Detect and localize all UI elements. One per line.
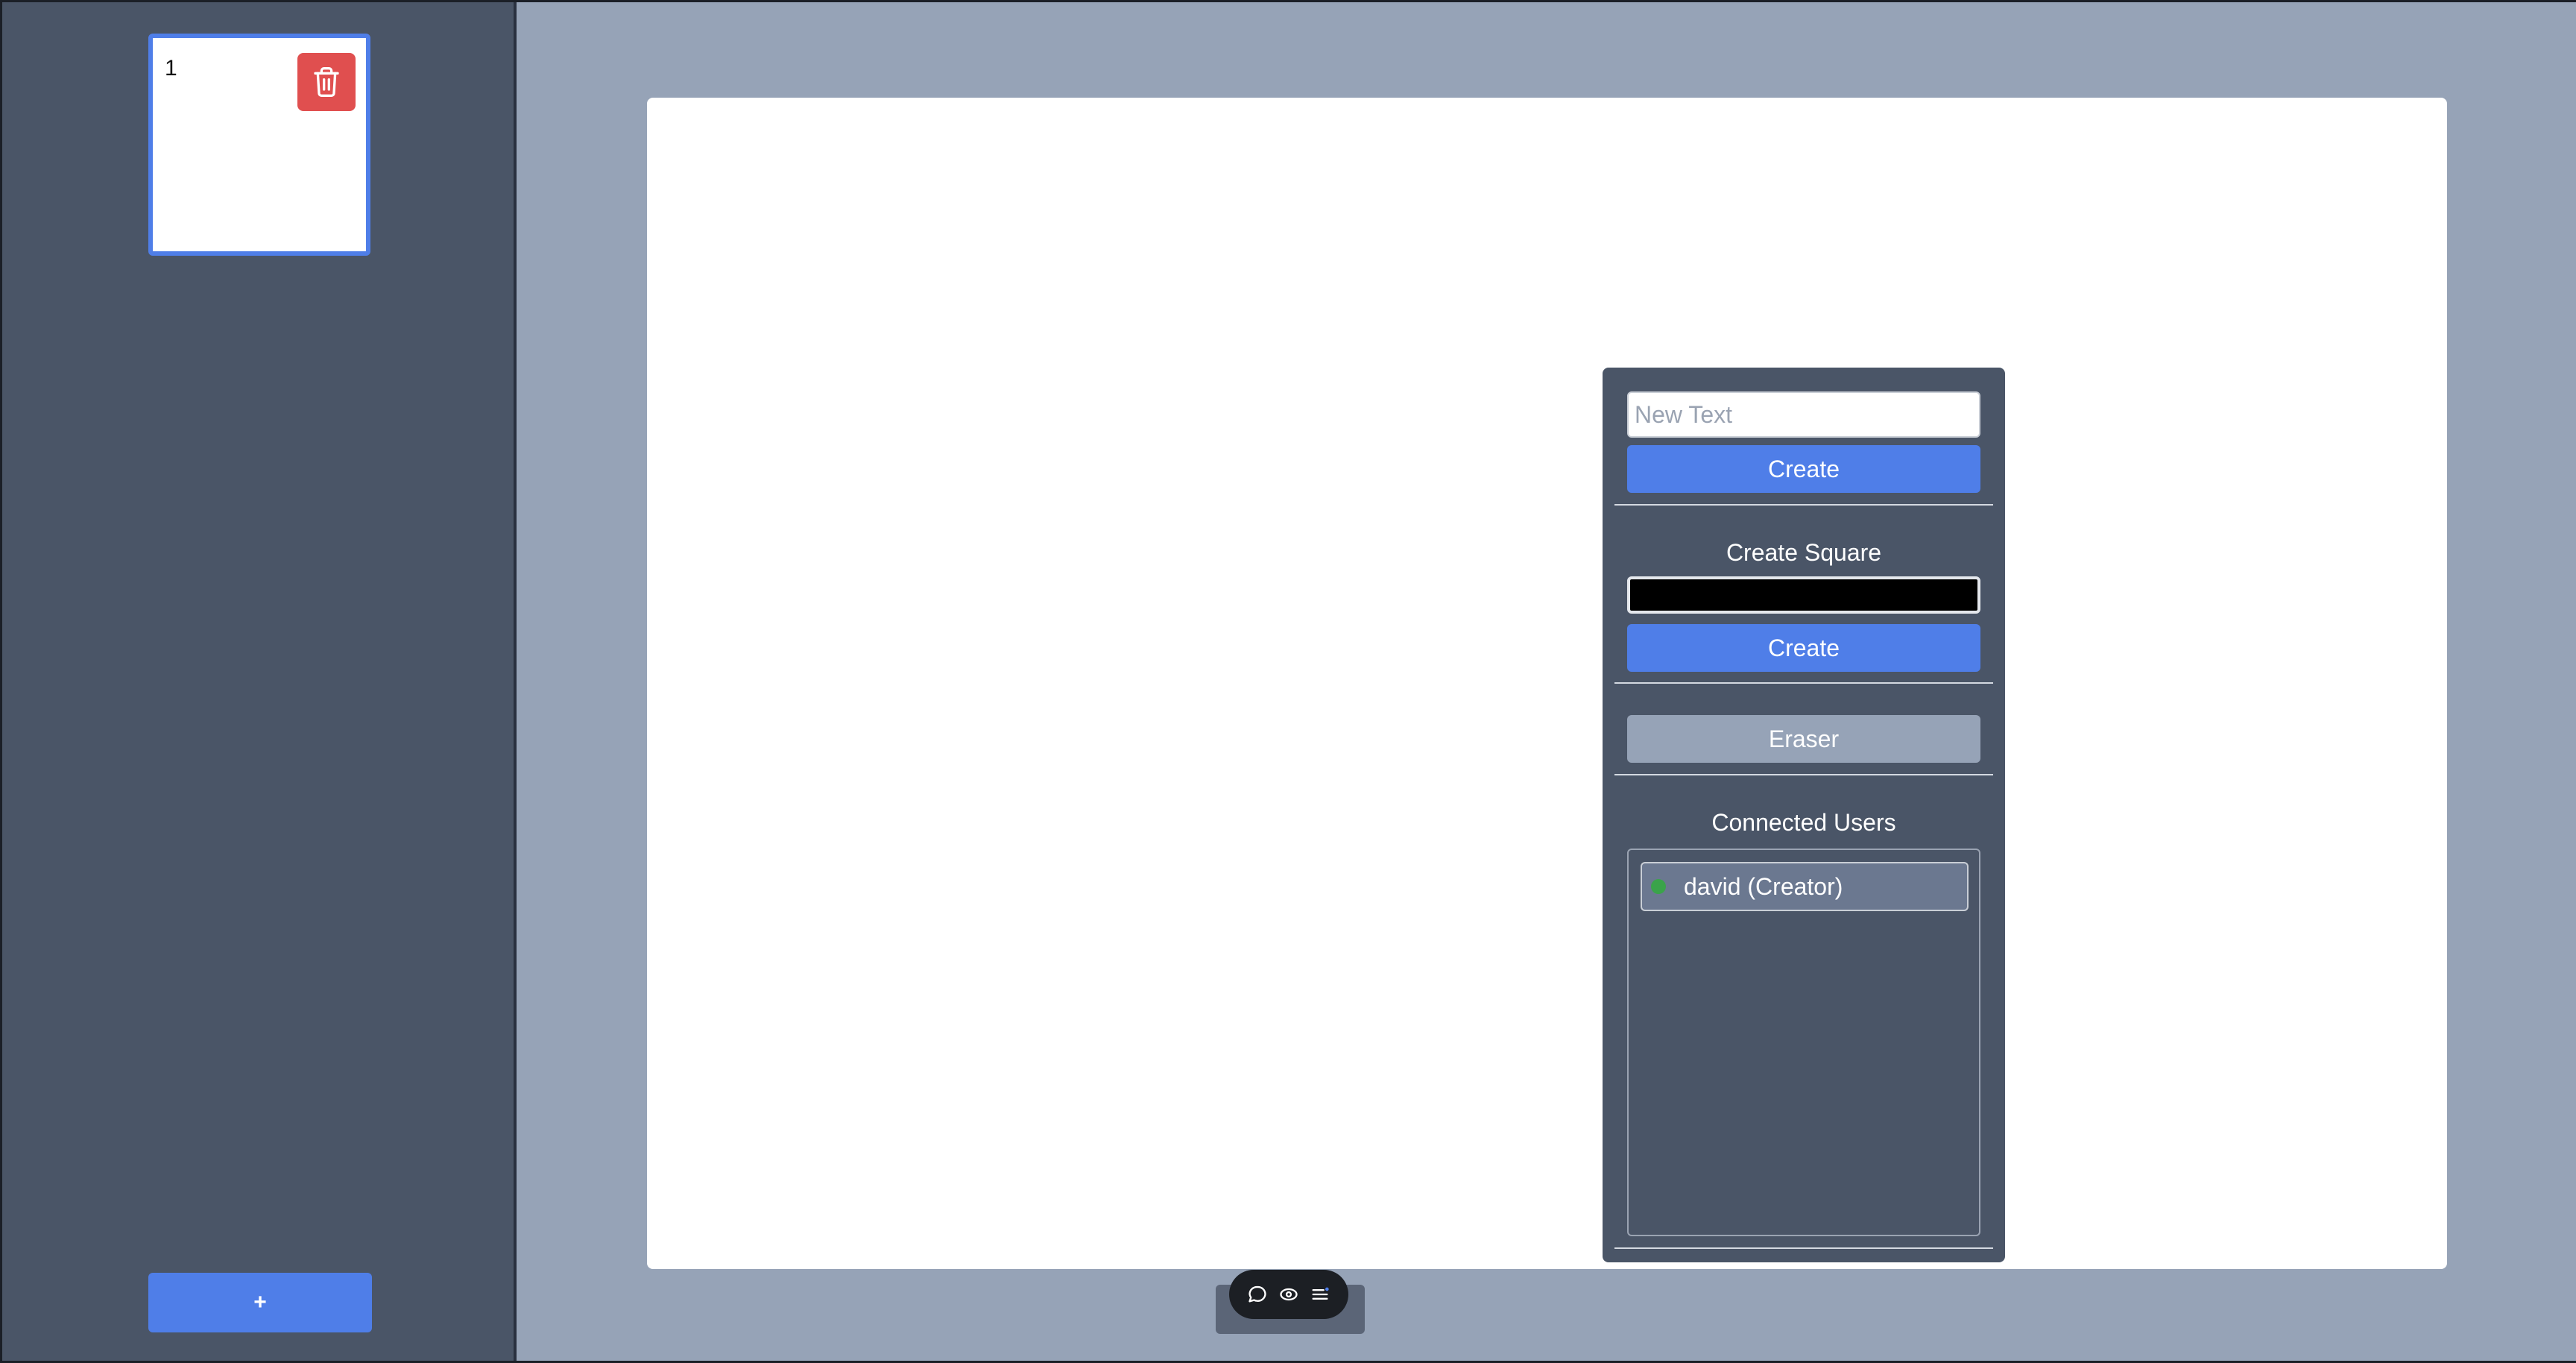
new-text-input[interactable] xyxy=(1627,391,1980,438)
slide-thumbnail[interactable]: 1 xyxy=(148,34,370,256)
create-square-label: Create Square xyxy=(1726,539,1882,566)
connected-users-label: Connected Users xyxy=(1711,809,1896,836)
bottom-toolbar xyxy=(1229,1270,1348,1319)
tool-panel: Create Create Square Create Eraser Conne… xyxy=(1603,368,2005,1262)
chat-icon[interactable] xyxy=(1244,1281,1271,1308)
create-square-button[interactable]: Create xyxy=(1627,624,1980,672)
delete-slide-button[interactable] xyxy=(297,53,356,111)
workspace: Create Create Square Create Eraser Conne… xyxy=(517,2,2576,1361)
add-slide-button[interactable]: + xyxy=(148,1273,372,1332)
divider xyxy=(1614,774,1993,775)
divider xyxy=(1614,504,1993,506)
menu-icon[interactable] xyxy=(1307,1281,1333,1308)
create-text-button[interactable]: Create xyxy=(1627,445,1980,493)
app-window: 1 + Create Create Square Create xyxy=(0,0,2576,1363)
user-name: david (Creator) xyxy=(1684,872,1843,900)
slide-number: 1 xyxy=(165,56,177,81)
trash-icon xyxy=(314,66,339,97)
eraser-button[interactable]: Eraser xyxy=(1627,715,1980,763)
slides-sidebar: 1 + xyxy=(2,2,517,1361)
user-list-item[interactable]: david (Creator) xyxy=(1641,862,1969,911)
connected-users-list: david (Creator) xyxy=(1627,849,1980,1236)
divider xyxy=(1614,682,1993,684)
drawing-canvas[interactable] xyxy=(647,98,2447,1269)
eye-icon[interactable] xyxy=(1275,1281,1302,1308)
square-color-picker[interactable] xyxy=(1627,576,1980,614)
divider xyxy=(1614,1247,1993,1249)
online-status-dot xyxy=(1651,879,1666,894)
